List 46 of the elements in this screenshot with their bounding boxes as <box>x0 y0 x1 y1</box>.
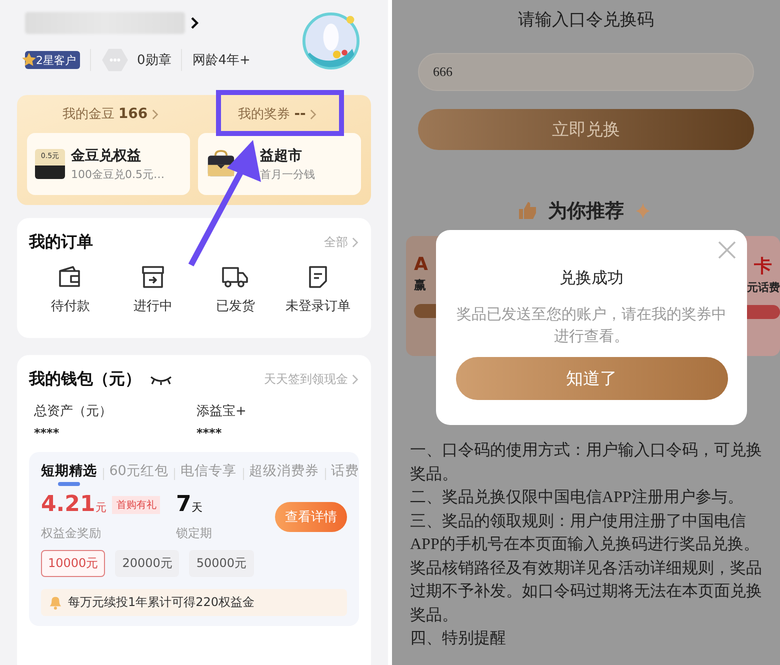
bell-icon <box>47 595 62 610</box>
box-icon <box>140 265 166 289</box>
asset-label: 添益宝+ <box>196 403 248 420</box>
chevron-icon[interactable] <box>191 17 199 29</box>
section-title: 我的订单 <box>29 232 93 253</box>
medal-icon <box>101 48 129 72</box>
code-input-field[interactable]: 666 <box>418 53 754 91</box>
customer-level-badge[interactable]: 2星客户 <box>25 51 80 69</box>
rewards-link[interactable]: 我的金豆 166 <box>27 105 194 123</box>
rule-paragraph: 一、口令码的使用方式：用户输入口令码，可兑换奖品。 <box>410 440 762 484</box>
rule-paragraph: 二、奖品兑换仅限中国电信APP注册用户参与。 <box>410 488 744 508</box>
product-tab[interactable]: 短期精选 <box>41 462 97 486</box>
rewards-link[interactable]: 我的奖券 -- <box>194 105 361 123</box>
order-status-button[interactable]: 进行中 <box>112 265 194 315</box>
star-icon <box>21 52 37 68</box>
order-status-button[interactable]: 待付款 <box>29 265 112 315</box>
account-age: 网龄4年+ <box>192 52 250 69</box>
amount-option[interactable]: 10000元 <box>41 550 106 577</box>
page-title: 请输入口令兑换码 <box>518 9 654 31</box>
eye-closed-icon[interactable] <box>149 374 173 386</box>
close-icon[interactable] <box>717 240 737 260</box>
section-title: 我的钱包（元） <box>29 369 141 390</box>
order-status-button[interactable]: 未登录订单 <box>276 265 359 315</box>
dialog-message: 奖品已发送至您的账户，请在我的奖券中进行查看。 <box>456 304 728 347</box>
order-status-button[interactable]: 已发货 <box>194 265 276 315</box>
promo-tag: 首购有礼 <box>112 496 160 514</box>
avatar-drawing[interactable] <box>302 12 360 70</box>
asset-label: 总资产（元） <box>34 403 113 420</box>
amount-option[interactable]: 50000元 <box>189 550 254 577</box>
dialog-title: 兑换成功 <box>560 268 624 289</box>
rule-paragraph: 四、特别提醒 <box>410 629 507 649</box>
lock-period: 7 天 <box>176 492 204 517</box>
asset-value: **** <box>34 426 60 440</box>
truck-icon <box>221 265 250 289</box>
rule-paragraph: 三、奖品的领取规则：用户使用注册了中国电信APP的手机号在本页面输入兑换码进行奖品兑换。奖品核销路径及有效期详见各活动详细规则，奖品过期不予补发。如口令码过期将无法在本页面兑换奖品。 <box>410 512 762 626</box>
shopping-bag-icon <box>206 150 236 178</box>
redeem-button[interactable]: 立即兑换 <box>418 109 754 150</box>
section-title: 为你推荐 <box>548 199 624 224</box>
medal-count[interactable]: 0勋章 <box>137 51 172 69</box>
thumbs-up-icon <box>518 201 538 221</box>
reward-amount: 4.21元 <box>41 492 106 517</box>
asset-value: **** <box>196 426 223 440</box>
reward-label: 权益金奖励 <box>41 525 102 542</box>
lock-period-label: 锁定期 <box>176 525 213 542</box>
amount-option[interactable]: 20000元 <box>115 550 180 577</box>
notice-bar: 每万元续投1年累计可得220权益金 <box>41 589 347 616</box>
